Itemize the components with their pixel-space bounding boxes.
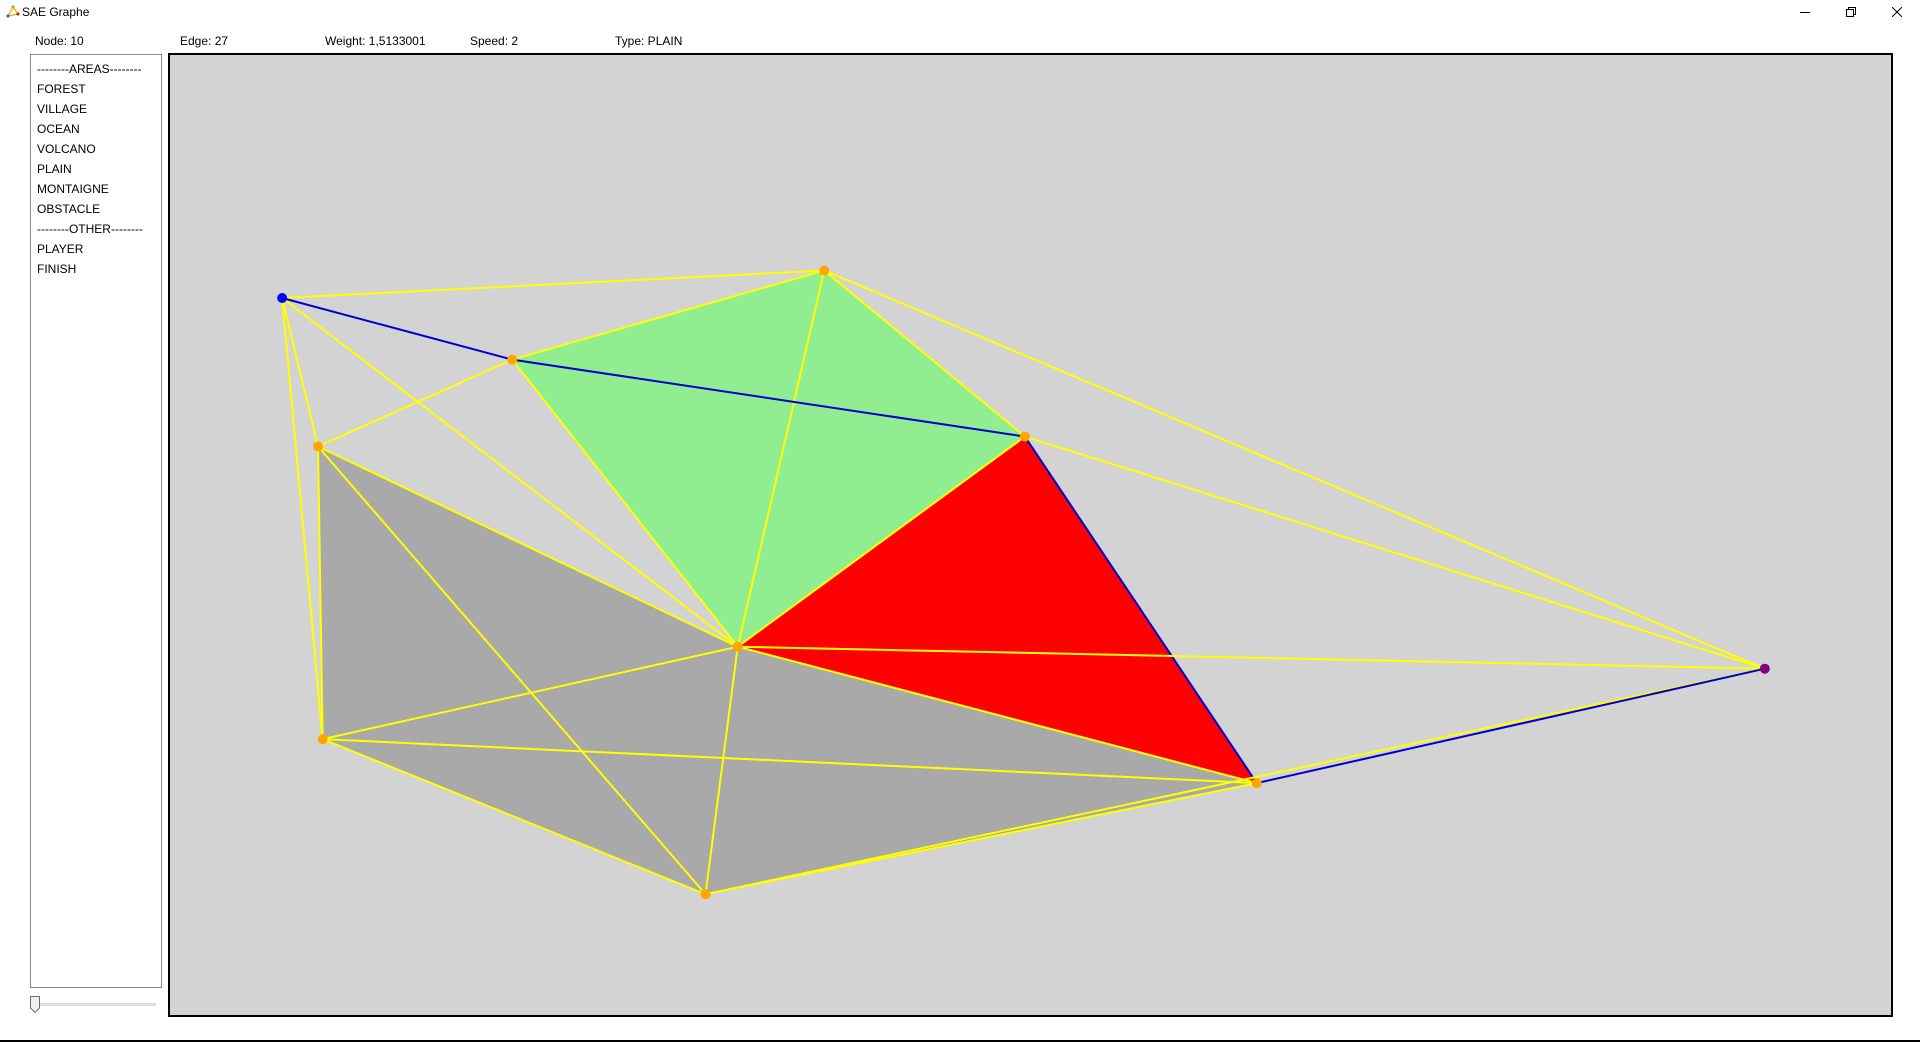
list-header-other: --------OTHER-------- <box>37 222 143 236</box>
graph-node-n2[interactable] <box>819 265 830 276</box>
graph-node-n3[interactable] <box>507 354 518 365</box>
speed-label: Speed: 2 <box>470 34 519 48</box>
graph-node-n8[interactable] <box>700 889 711 900</box>
list-item-forest[interactable]: FOREST <box>31 79 161 99</box>
graph-node-n5[interactable] <box>732 641 743 652</box>
list-item-obstacle[interactable]: OBSTACLE <box>31 199 161 219</box>
status-bar: Node: 10 Edge: 27 Weight: 1,5133001 Spee… <box>0 33 1920 49</box>
restore-button[interactable] <box>1828 0 1874 24</box>
finish-node-n10[interactable] <box>1759 663 1770 674</box>
player-node-n1[interactable] <box>277 293 288 303</box>
list-item-plain[interactable]: PLAIN <box>31 159 161 179</box>
graph-node-n7[interactable] <box>317 734 328 745</box>
restore-icon <box>1846 7 1856 17</box>
list-item-ocean[interactable]: OCEAN <box>31 119 161 139</box>
window-title: SAE Graphe <box>22 5 90 19</box>
list-item-volcano[interactable]: VOLCANO <box>31 139 161 159</box>
list-item-player[interactable]: PLAYER <box>31 239 161 259</box>
graph-node-n6[interactable] <box>313 441 324 452</box>
slider-track[interactable] <box>36 1003 156 1006</box>
speed-slider[interactable] <box>30 994 162 1014</box>
graph-node-n9[interactable] <box>1251 778 1262 789</box>
app-icon <box>6 5 20 18</box>
graph-node-n4[interactable] <box>1019 431 1030 442</box>
area-listbox[interactable]: --------AREAS-------- FOREST VILLAGE OCE… <box>30 54 162 988</box>
minimize-icon <box>1800 12 1810 13</box>
slider-thumb[interactable] <box>30 996 40 1013</box>
graph-canvas[interactable] <box>168 53 1893 1017</box>
list-header-areas: --------AREAS-------- <box>37 62 142 76</box>
minimize-button[interactable] <box>1782 0 1828 24</box>
close-icon <box>1892 7 1902 17</box>
node-count-label: Node: 10 <box>35 34 84 48</box>
type-label: Type: PLAIN <box>615 34 683 48</box>
weight-label: Weight: 1,5133001 <box>325 34 426 48</box>
list-item-finish[interactable]: FINISH <box>31 259 161 279</box>
edge-count-label: Edge: 27 <box>180 34 229 48</box>
title-bar[interactable]: SAE Graphe <box>0 0 1920 24</box>
list-item-village[interactable]: VILLAGE <box>31 99 161 119</box>
graph-drawing[interactable] <box>170 55 1891 1015</box>
close-button[interactable] <box>1874 0 1920 24</box>
list-item-montaigne[interactable]: MONTAIGNE <box>31 179 161 199</box>
